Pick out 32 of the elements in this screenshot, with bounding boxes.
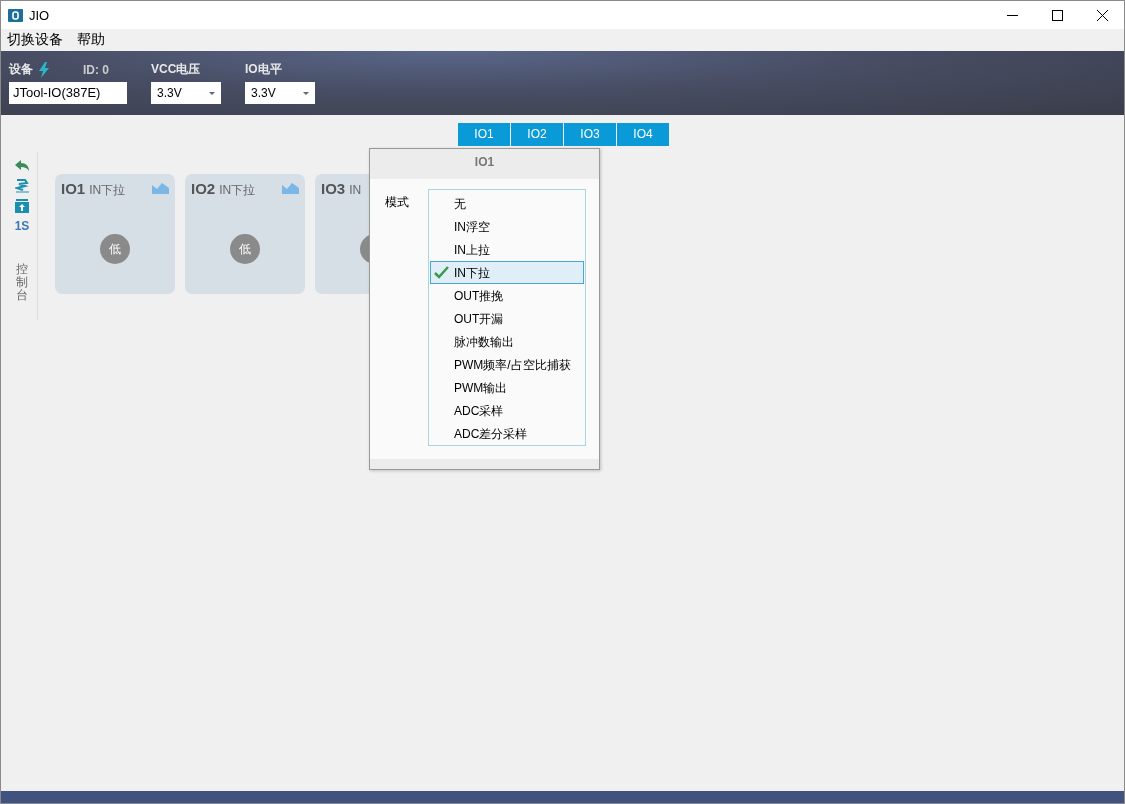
io-mode: IN下拉 [89,182,126,199]
io-mode: IN [349,183,362,197]
device-label: 设备 [9,61,33,78]
vcc-label: VCC电压 [151,61,202,78]
io-name: IO1 [61,180,86,197]
menu-item[interactable]: 帮助 [77,31,105,49]
mode-option[interactable]: 脉冲数输出 [430,330,584,353]
io-level-dropdown[interactable]: 3.3V [245,82,315,104]
io-level-label: IO电平 [245,61,283,78]
mode-option[interactable]: 无 [430,192,584,215]
mode-option[interactable]: ADC采样 [430,399,584,422]
mode-list[interactable]: 无 IN浮空 IN上拉 IN下拉 OUT推挽 OUT开漏 脉冲数输出 PWM频率/占空比捕获 PWM输出 ADC采样 ADC差分采样 [428,189,586,446]
mode-option[interactable]: IN下拉 [430,261,584,284]
vcc-dropdown[interactable]: 3.3V [151,82,221,104]
menu-item[interactable]: 切换设备 [7,31,63,49]
interval-label[interactable]: 1S [14,219,30,233]
mode-option[interactable]: OUT推挽 [430,284,584,307]
mode-option[interactable]: IN浮空 [430,215,584,238]
io-mode: IN下拉 [219,182,256,199]
mode-option[interactable]: PWM频率/占空比捕获 [430,353,584,376]
popup-title: IO1 [370,149,599,179]
mode-option[interactable]: OUT开漏 [430,307,584,330]
mode-option[interactable]: ADC差分采样 [430,422,584,445]
io-name: IO3 [321,180,346,197]
window-title: JIO [29,7,50,23]
console-label[interactable]: 控制台 [16,263,28,303]
io-name: IO2 [191,180,216,197]
mode-option[interactable]: IN上拉 [430,238,584,261]
device-id: ID: 0 [83,62,109,77]
mode-label: 模式 [385,194,409,211]
mode-option[interactable]: PWM输出 [430,376,584,399]
device-field[interactable]: JTool-IO(387E) [9,82,127,104]
